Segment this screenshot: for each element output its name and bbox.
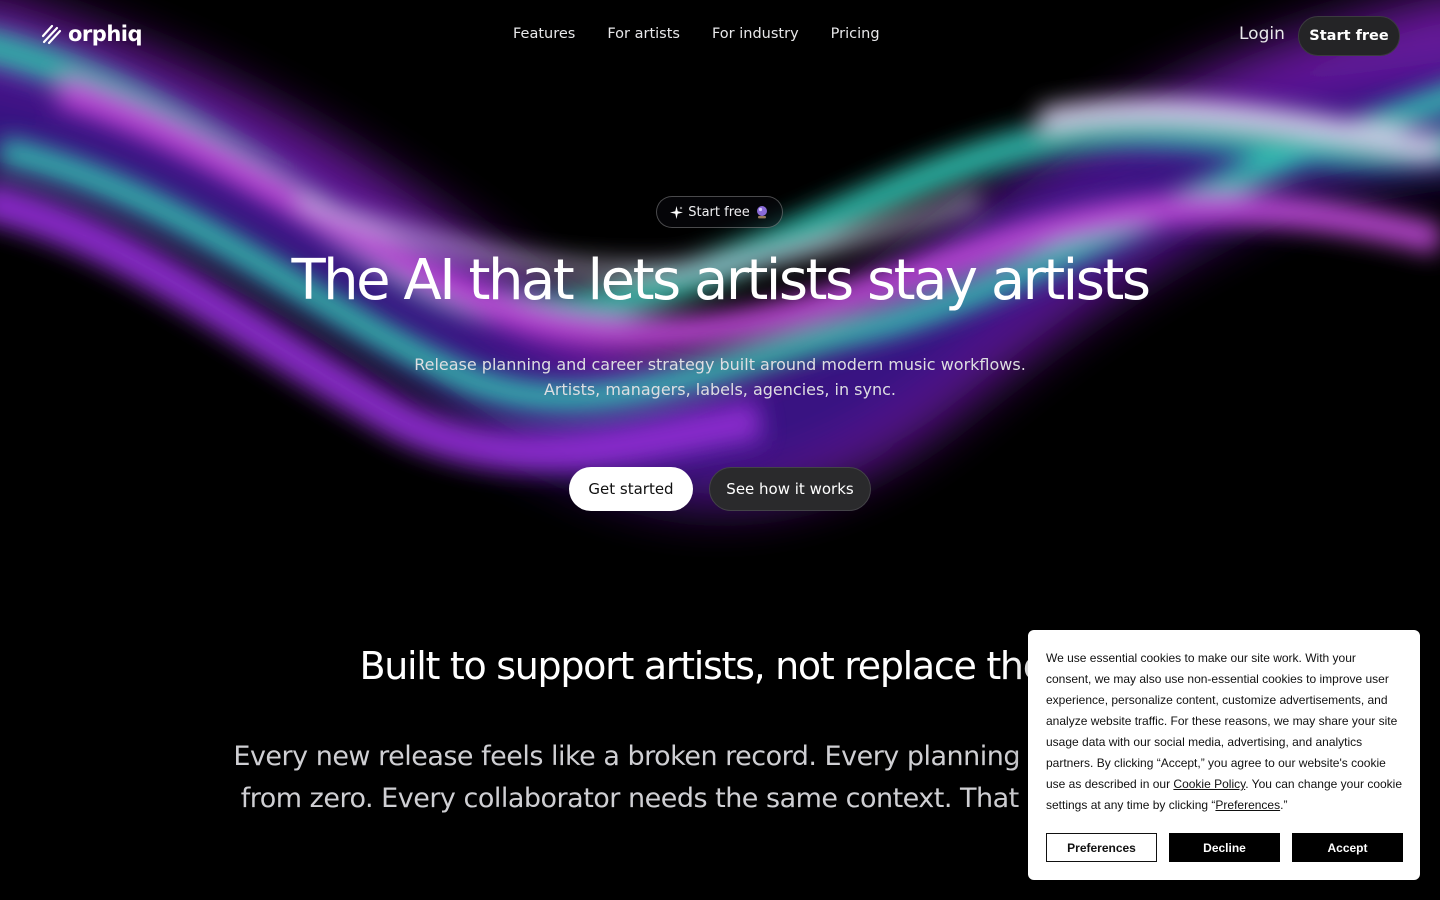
start-free-pill[interactable]: Start free (656, 196, 783, 228)
nav-link-features[interactable]: Features (513, 26, 575, 42)
crystal-ball-icon (756, 206, 767, 219)
cookie-accept-button[interactable]: Accept (1292, 833, 1403, 862)
brand-name: orphiq (68, 22, 143, 46)
hero-title: The AI that lets artists stay artists (291, 248, 1151, 313)
nav-link-for-artists[interactable]: For artists (607, 26, 680, 42)
cookie-preferences-link[interactable]: Preferences (1215, 798, 1280, 812)
orphiq-logo-icon (41, 24, 62, 45)
nav-link-for-industry[interactable]: For industry (712, 26, 799, 42)
see-how-it-works-button[interactable]: See how it works (709, 467, 871, 511)
cookie-text: We use essential cookies to make our sit… (1046, 648, 1402, 816)
nav-links: Features For artists For industry Pricin… (513, 26, 880, 42)
hero-subtitle-line-2: Artists, managers, labels, agencies, in … (543, 380, 897, 399)
cookie-text-part-3: .” (1280, 798, 1288, 812)
hero-subtitle: Release planning and career strategy bui… (0, 352, 1440, 402)
cookie-policy-link[interactable]: Cookie Policy (1173, 777, 1245, 791)
hero-subtitle-line-1: Release planning and career strategy bui… (414, 355, 1026, 374)
cookie-preferences-button[interactable]: Preferences (1046, 833, 1157, 862)
login-link[interactable]: Login (1239, 24, 1285, 44)
brand-logo[interactable]: orphiq (40, 22, 143, 46)
cookie-consent-banner: We use essential cookies to make our sit… (1028, 630, 1420, 880)
top-navigation: orphiq Features For artists For industry… (0, 0, 1440, 72)
nav-link-pricing[interactable]: Pricing (831, 26, 880, 42)
cookie-text-part-1: We use essential cookies to make our sit… (1046, 651, 1398, 791)
pill-label: Start free (688, 204, 750, 220)
cookie-buttons: Preferences Decline Accept (1046, 833, 1403, 862)
sparkle-icon (670, 205, 684, 219)
get-started-button[interactable]: Get started (569, 467, 693, 511)
cookie-decline-button[interactable]: Decline (1169, 833, 1280, 862)
start-free-button[interactable]: Start free (1298, 16, 1400, 56)
